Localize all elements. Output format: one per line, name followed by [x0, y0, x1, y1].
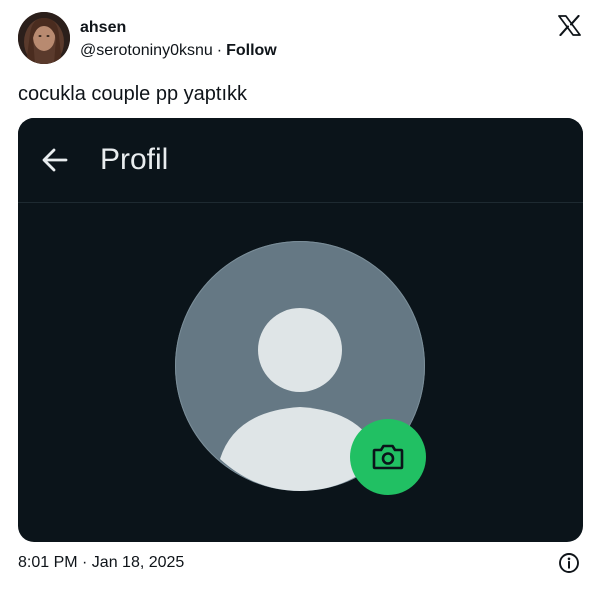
handle-separator: ·: [216, 42, 223, 59]
author-avatar[interactable]: [18, 12, 70, 64]
x-logo-icon[interactable]: [558, 15, 581, 36]
header-divider: [18, 202, 583, 203]
tweet-media[interactable]: Profil: [18, 118, 583, 542]
author-name[interactable]: ahsen: [80, 18, 126, 38]
avatar-photo: [18, 12, 70, 64]
arrow-left-icon[interactable]: [40, 145, 70, 175]
tweet-timestamp[interactable]: 8:01 PM · Jan 18, 2025: [18, 553, 184, 573]
info-icon[interactable]: [558, 552, 580, 574]
author-handle-row: @serotoniny0ksnu · Follow: [80, 41, 277, 61]
camera-icon: [372, 444, 404, 470]
profile-header-bar: Profil: [18, 118, 583, 202]
profile-page-title: Profil: [100, 143, 169, 176]
follow-button[interactable]: Follow: [226, 42, 277, 59]
tweet-text: cocukla couple pp yaptıkk: [18, 83, 248, 105]
change-photo-button[interactable]: [350, 419, 426, 495]
author-handle[interactable]: @serotoniny0ksnu: [80, 42, 213, 59]
